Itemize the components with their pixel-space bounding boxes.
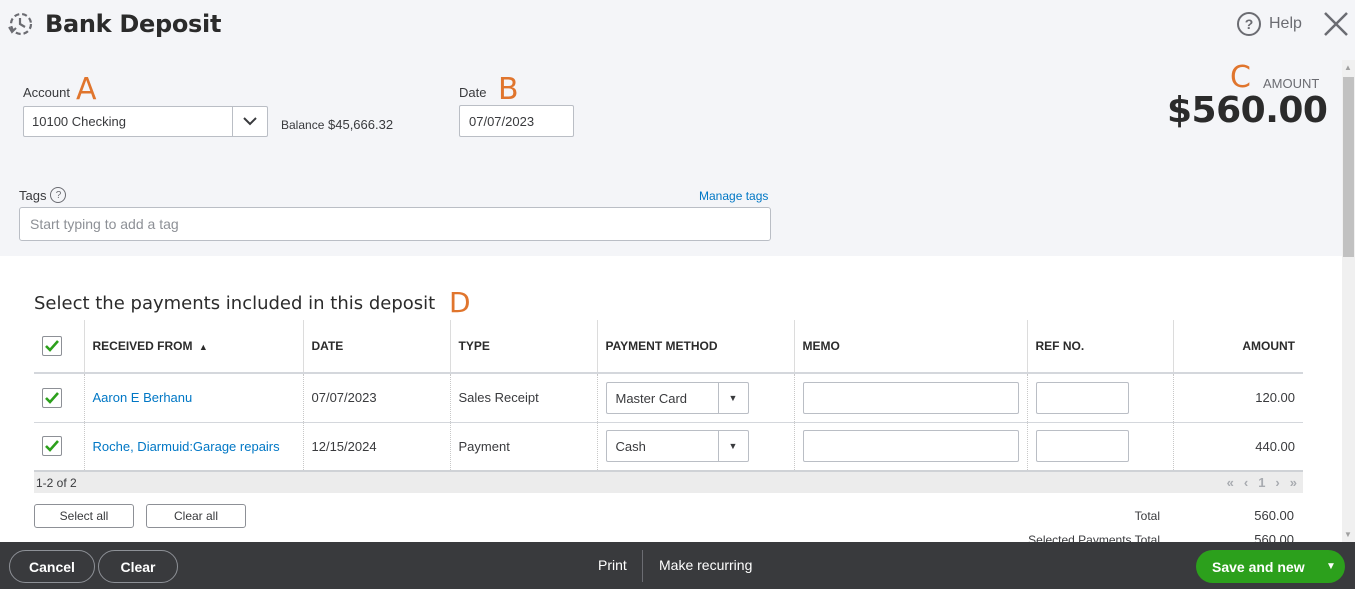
caret-down-icon[interactable]: ▼ <box>1317 561 1345 572</box>
select-all-checkbox[interactable] <box>42 336 62 356</box>
amount-value: $560.00 <box>1167 90 1328 131</box>
caret-down-icon[interactable]: ▼ <box>717 382 748 413</box>
tags-label: Tags ? <box>19 187 67 203</box>
annotation-c: C <box>1230 60 1251 95</box>
payments-table: RECEIVED FROM ▲ DATE TYPE PAYMENT METHOD… <box>34 320 1303 472</box>
tags-input[interactable]: Start typing to add a tag <box>19 207 771 241</box>
scroll-up-icon[interactable]: ▲ <box>1344 63 1352 72</box>
account-value: 10100 Checking <box>32 114 126 129</box>
manage-tags-link[interactable]: Manage tags <box>699 189 768 203</box>
sort-asc-icon: ▲ <box>198 342 208 352</box>
row-amount: 120.00 <box>1173 373 1303 423</box>
page-title: Bank Deposit <box>45 10 222 38</box>
clear-button[interactable]: Clear <box>98 550 178 583</box>
col-received-from[interactable]: RECEIVED FROM ▲ <box>84 320 304 374</box>
row-date: 07/07/2023 <box>303 373 451 423</box>
first-page-icon[interactable]: « <box>1227 475 1234 490</box>
col-memo[interactable]: MEMO <box>794 320 1028 374</box>
save-and-new-label: Save and new <box>1212 558 1305 575</box>
row-date: 12/15/2024 <box>303 422 451 472</box>
scroll-down-icon[interactable]: ▼ <box>1344 530 1352 539</box>
page-number[interactable]: 1 <box>1258 475 1265 490</box>
payment-method-value: Master Card <box>615 390 688 406</box>
table-header-row: RECEIVED FROM ▲ DATE TYPE PAYMENT METHOD… <box>34 320 1303 374</box>
caret-down-icon[interactable]: ▼ <box>717 431 748 462</box>
col-payment-method[interactable]: PAYMENT METHOD <box>597 320 795 374</box>
account-select[interactable]: 10100 Checking <box>23 106 268 137</box>
last-page-icon[interactable]: » <box>1290 475 1297 490</box>
section-title-text: Select the payments included in this dep… <box>34 293 436 314</box>
annotation-b: B <box>498 72 519 107</box>
row-checkbox[interactable] <box>42 436 62 457</box>
checkmark-icon <box>45 440 59 453</box>
row-checkbox-cell <box>34 373 85 423</box>
account-balance: Balance $45,666.32 <box>281 117 393 132</box>
payment-method-value: Cash <box>615 439 646 455</box>
row-checkbox-cell <box>34 422 85 472</box>
pagination: « ‹ 1 › » <box>1227 475 1301 490</box>
memo-input[interactable] <box>802 381 1019 414</box>
checkmark-icon <box>45 391 59 404</box>
col-type[interactable]: TYPE <box>450 320 598 374</box>
amount-label: AMOUNT <box>1263 76 1320 91</box>
row-amount: 440.00 <box>1173 422 1303 472</box>
cancel-button[interactable]: Cancel <box>9 550 95 583</box>
footer-divider <box>642 550 643 582</box>
date-field[interactable]: 07/07/2023 <box>459 105 574 137</box>
help-icon: ? <box>1237 12 1261 36</box>
total-value: 560.00 <box>1254 508 1294 523</box>
table-row: Roche, Diarmuid:Garage repairs 12/15/202… <box>34 422 1303 472</box>
section-title: Select the payments included in this dep… <box>34 286 471 317</box>
scroll-thumb[interactable] <box>1343 77 1354 257</box>
help-icon[interactable]: ? <box>50 187 67 203</box>
ref-no-input[interactable] <box>1035 381 1129 414</box>
chevron-down-icon[interactable] <box>232 107 267 136</box>
memo-input[interactable] <box>802 430 1019 463</box>
next-page-icon[interactable]: › <box>1275 475 1279 490</box>
col-ref-no[interactable]: REF NO. <box>1027 320 1174 374</box>
recurring-clock-icon <box>8 12 33 36</box>
date-label: Date <box>459 85 487 100</box>
clear-all-button[interactable]: Clear all <box>146 504 246 528</box>
annotation-a: A <box>76 72 97 107</box>
row-type: Payment <box>450 422 598 472</box>
received-from-link[interactable]: Aaron E Berhanu <box>93 390 193 405</box>
payment-method-select[interactable]: Cash ▼ <box>605 430 749 463</box>
row-type: Sales Receipt <box>450 373 598 423</box>
col-date[interactable]: DATE <box>303 320 451 374</box>
range-text: 1-2 of 2 <box>36 475 77 490</box>
ref-no-input[interactable] <box>1035 430 1129 463</box>
payment-method-select[interactable]: Master Card ▼ <box>605 381 749 414</box>
select-all-checkbox-cell[interactable] <box>34 320 85 374</box>
save-and-new-button[interactable]: Save and new ▼ <box>1196 550 1345 583</box>
col-amount[interactable]: AMOUNT <box>1173 320 1303 374</box>
balance-value: $45,666.32 <box>328 117 394 132</box>
make-recurring-button[interactable]: Make recurring <box>659 557 752 573</box>
header-section: Bank Deposit ? Help Account A 10100 Chec… <box>0 0 1348 256</box>
received-from-link[interactable]: Roche, Diarmuid:Garage repairs <box>93 439 280 454</box>
balance-label: Balance <box>281 118 325 132</box>
help-button[interactable]: ? Help <box>1237 12 1302 36</box>
total-label: Total <box>1134 509 1160 523</box>
col-label: RECEIVED FROM <box>92 339 193 353</box>
prev-page-icon[interactable]: ‹ <box>1244 475 1248 490</box>
close-icon[interactable] <box>1322 10 1350 38</box>
print-button[interactable]: Print <box>598 557 627 573</box>
footer-bar: Cancel Clear Print Make recurring Save a… <box>0 542 1355 589</box>
annotation-d: D <box>448 286 471 319</box>
payments-section: Select the payments included in this dep… <box>0 256 1342 547</box>
table-row: Aaron E Berhanu 07/07/2023 Sales Receipt… <box>34 373 1303 423</box>
vertical-scrollbar[interactable]: ▲ ▼ <box>1342 60 1355 542</box>
account-label: Account <box>23 85 70 100</box>
help-label: Help <box>1269 15 1302 32</box>
checkmark-icon <box>45 340 59 352</box>
table-footer: 1-2 of 2 « ‹ 1 › » <box>34 472 1303 493</box>
tags-label-text: Tags <box>19 187 47 203</box>
select-all-button[interactable]: Select all <box>34 504 134 528</box>
row-checkbox[interactable] <box>42 387 62 408</box>
